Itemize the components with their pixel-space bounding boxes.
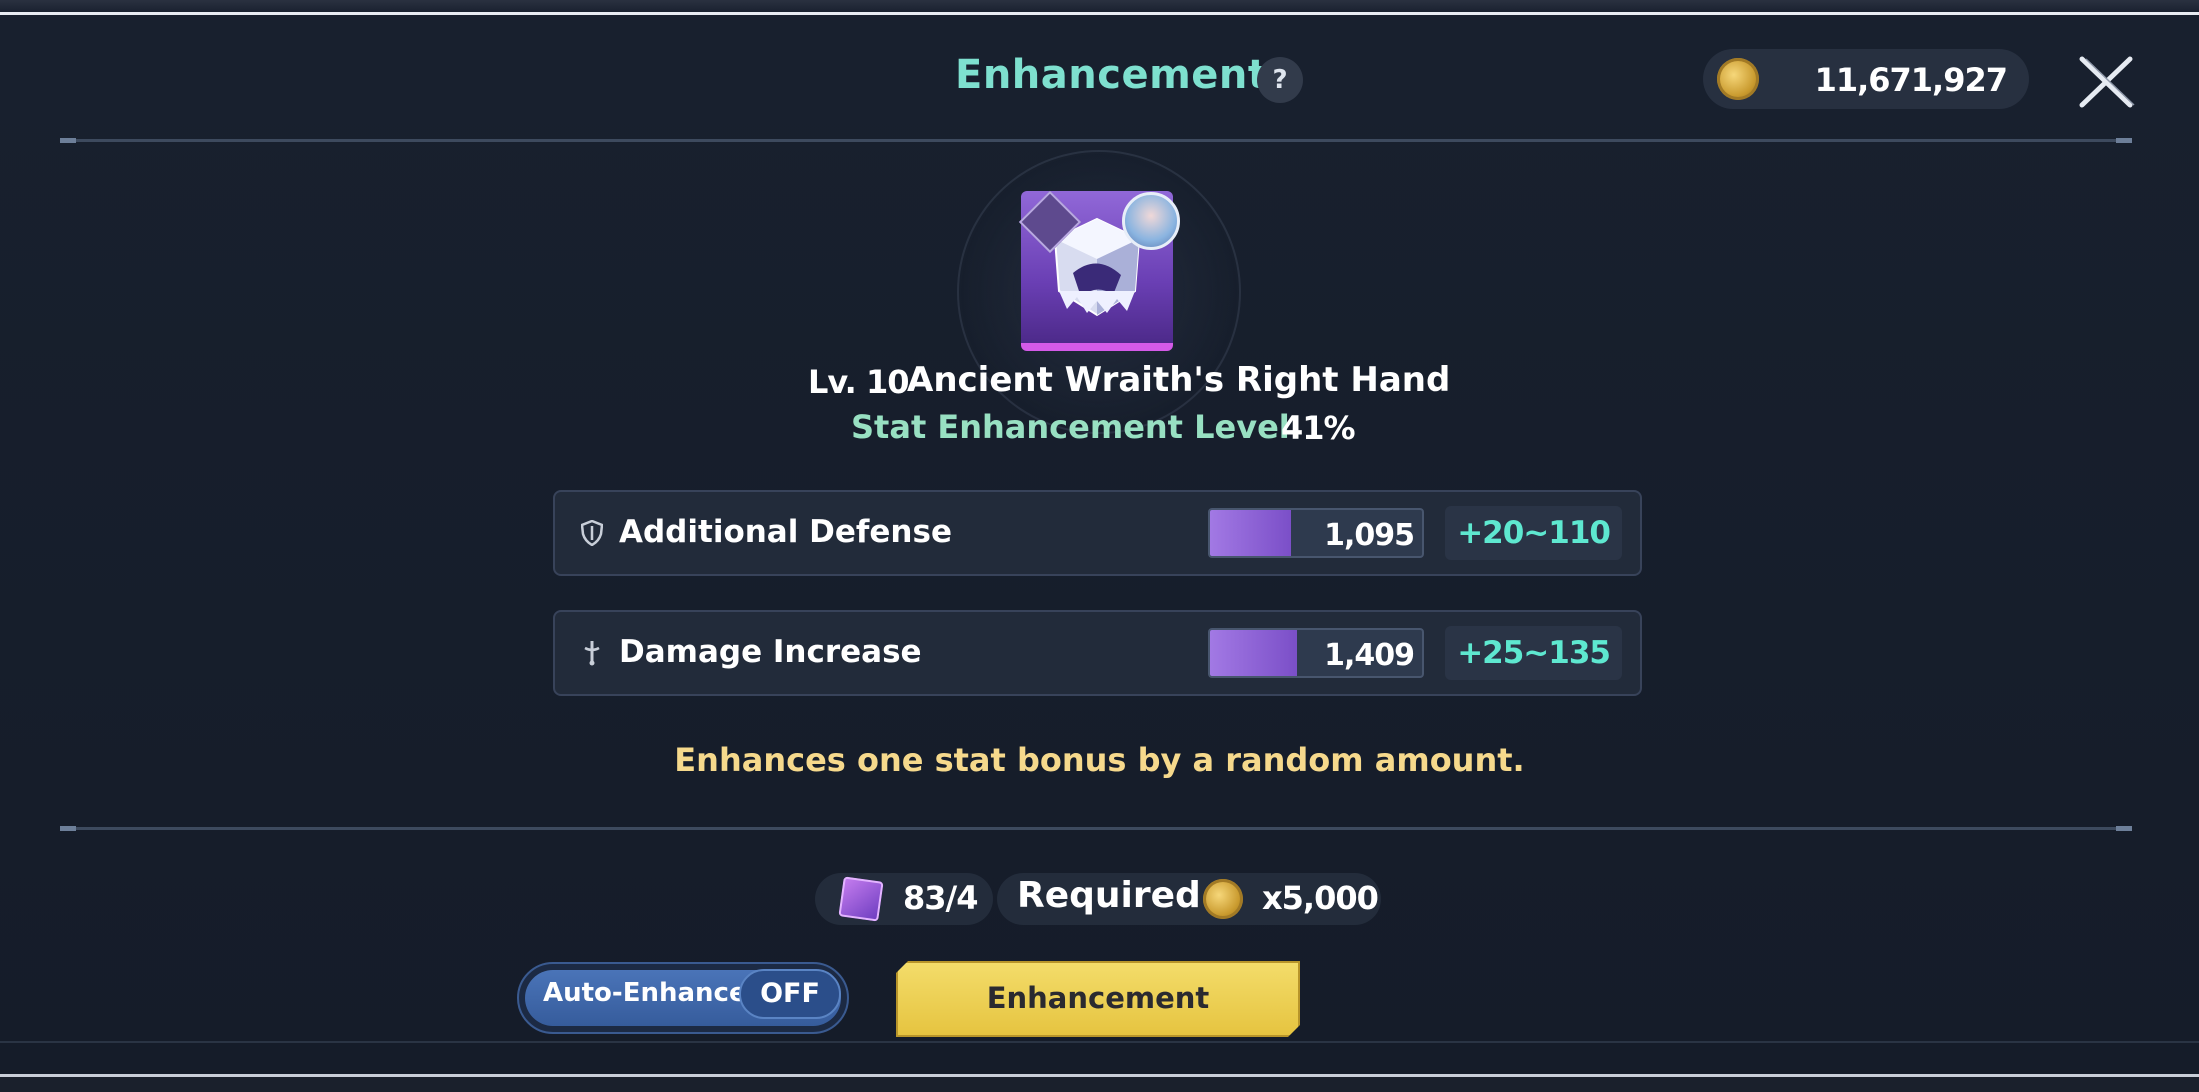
stat-progress-bar: 1,409	[1208, 628, 1424, 678]
stat-range: +25~135	[1445, 626, 1622, 680]
item-level: Lv. 10	[808, 363, 909, 401]
stat-progress-bar: 1,095	[1208, 508, 1424, 558]
enhancement-button-label: Enhancement	[986, 981, 1210, 1015]
required-coin-amount: x5,000	[1262, 879, 1379, 917]
gold-coin-icon	[1203, 879, 1243, 919]
stat-progress-fill	[1210, 630, 1297, 676]
material-count-value: 83/4	[903, 879, 978, 917]
item-name: Ancient Wraith's Right Hand	[907, 360, 1451, 400]
character-avatar	[1122, 192, 1180, 250]
stat-name: Additional Defense	[619, 514, 952, 550]
bottom-background-strip	[0, 1074, 2199, 1092]
stat-enhancement-label: Stat Enhancement Level	[851, 408, 1290, 446]
sword-icon	[584, 641, 600, 666]
page-title: Enhancement	[955, 52, 1268, 98]
gold-coin-icon	[1717, 58, 1759, 100]
required-label: Required	[1017, 875, 1201, 916]
required-cost: Required x5,000	[997, 873, 1381, 925]
auto-enhance-toggle[interactable]: Auto-Enhance OFF	[517, 962, 849, 1034]
header-divider	[60, 138, 2132, 143]
stat-range: +20~110	[1445, 506, 1622, 560]
bottom-line	[0, 1041, 2199, 1043]
enhance-description: Enhances one stat bonus by a random amou…	[674, 741, 1525, 779]
stat-name: Damage Increase	[619, 634, 922, 670]
enhancement-button[interactable]: Enhancement	[896, 961, 1300, 1037]
coin-balance-value: 11,671,927	[1814, 61, 2008, 99]
coin-balance: 11,671,927	[1703, 49, 2029, 109]
close-icon[interactable]	[2076, 55, 2136, 109]
auto-enhance-label: Auto-Enhance	[543, 978, 747, 1008]
stat-row-additional-defense: Additional Defense 1,095 +20~110	[553, 490, 1642, 576]
shield-icon	[581, 520, 603, 546]
auto-enhance-state[interactable]: OFF	[739, 969, 841, 1019]
stat-row-damage-increase: Damage Increase 1,409 +25~135	[553, 610, 1642, 696]
stat-value: 1,409	[1324, 638, 1415, 673]
stat-enhancement-value: 41%	[1281, 409, 1356, 447]
help-button[interactable]: ?	[1257, 57, 1303, 103]
enhancement-cube-icon	[838, 876, 884, 922]
top-background-strip	[0, 0, 2199, 15]
stat-progress-fill	[1210, 510, 1291, 556]
material-count: 83/4	[815, 873, 993, 925]
stat-value: 1,095	[1324, 518, 1415, 553]
footer-divider	[60, 826, 2132, 831]
